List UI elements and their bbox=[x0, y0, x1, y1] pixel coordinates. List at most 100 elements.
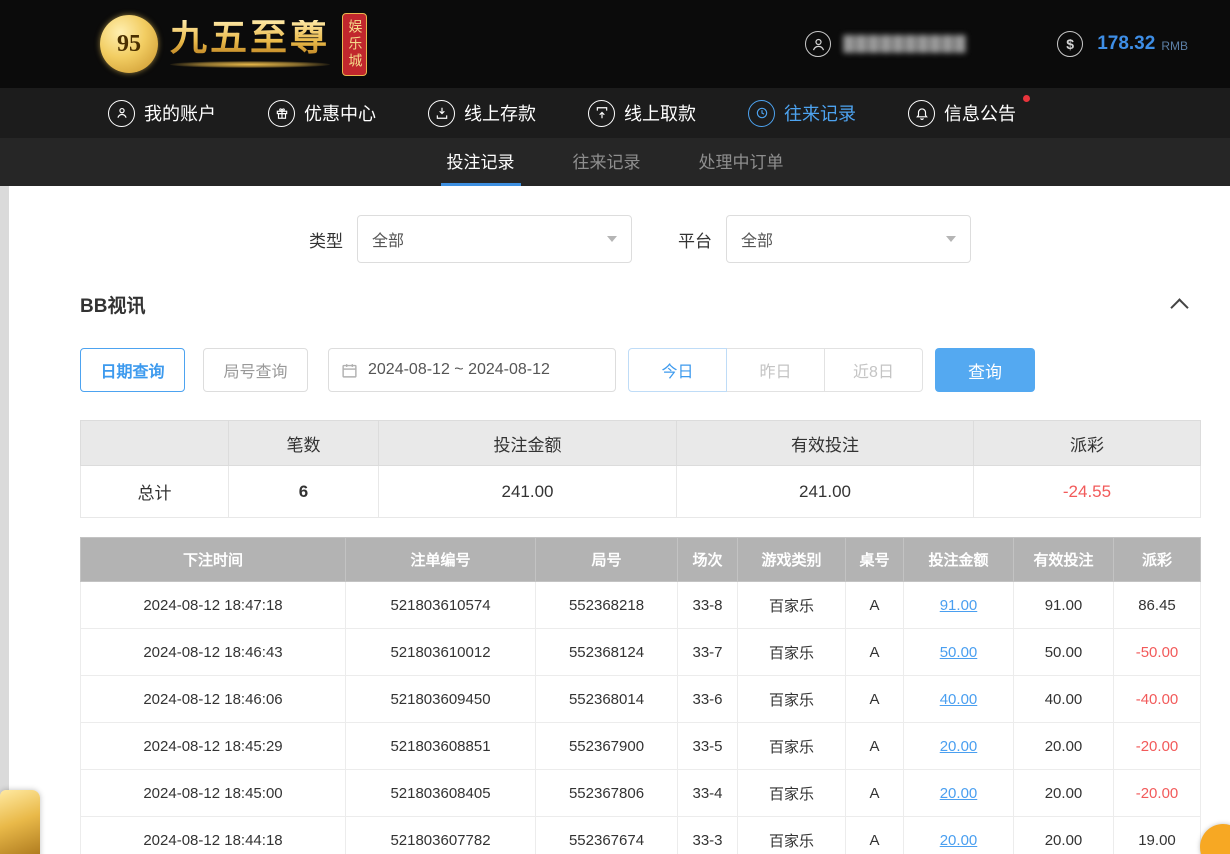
collapse-chevron-up-icon[interactable] bbox=[1170, 298, 1188, 316]
cell-round-id: 552368124 bbox=[536, 629, 678, 676]
bell-icon bbox=[908, 100, 935, 127]
nav-item-withdraw[interactable]: 线上取款 bbox=[588, 100, 696, 127]
cell-bet-time: 2024-08-12 18:46:06 bbox=[81, 676, 346, 723]
query-row: 日期查询 局号查询 2024-08-12 ~ 2024-08-12 今日 昨日 … bbox=[80, 348, 1200, 392]
col-payout: 派彩 bbox=[1114, 538, 1201, 582]
detail-table: 下注时间 注单编号 局号 场次 游戏类别 桌号 投注金额 有效投注 派彩 202… bbox=[80, 537, 1201, 854]
cell-game-type: 百家乐 bbox=[738, 582, 846, 629]
bet-amount-link[interactable]: 40.00 bbox=[940, 691, 978, 708]
section-title: BB视讯 bbox=[80, 291, 145, 318]
nav-label: 信息公告 bbox=[944, 100, 1016, 126]
col-game-type: 游戏类别 bbox=[738, 538, 846, 582]
col-valid-bet: 有效投注 bbox=[1014, 538, 1114, 582]
nav-item-my-account[interactable]: 我的账户 bbox=[108, 100, 216, 127]
cell-bet-id: 521803610012 bbox=[346, 629, 536, 676]
bet-amount-link[interactable]: 20.00 bbox=[940, 738, 978, 755]
nav-item-promotions[interactable]: 优惠中心 bbox=[268, 100, 376, 127]
section-header: BB视讯 bbox=[80, 290, 1200, 318]
date-query-button[interactable]: 日期查询 bbox=[80, 348, 185, 392]
balance-dollar-icon: $ bbox=[1057, 31, 1083, 57]
round-query-button[interactable]: 局号查询 bbox=[203, 348, 308, 392]
cell-valid-bet: 20.00 bbox=[1014, 817, 1114, 854]
cell-bet-amount: 91.00 bbox=[904, 582, 1014, 629]
platform-select[interactable]: 全部 bbox=[726, 215, 971, 263]
username-masked[interactable]: ██████████ bbox=[843, 35, 993, 53]
brand-emblem-icon: 95 bbox=[100, 15, 158, 73]
cell-session: 33-8 bbox=[678, 582, 738, 629]
cell-game-type: 百家乐 bbox=[738, 817, 846, 854]
tab-bet-records[interactable]: 投注记录 bbox=[441, 138, 521, 186]
cell-table-no: A bbox=[846, 582, 904, 629]
cell-table-no: A bbox=[846, 676, 904, 723]
nav-item-records[interactable]: 往来记录 bbox=[748, 100, 856, 127]
nav-label: 优惠中心 bbox=[304, 100, 376, 126]
cell-game-type: 百家乐 bbox=[738, 629, 846, 676]
detail-header-row: 下注时间 注单编号 局号 场次 游戏类别 桌号 投注金额 有效投注 派彩 bbox=[81, 538, 1201, 582]
nav-label: 我的账户 bbox=[144, 100, 216, 126]
tab-transaction-records[interactable]: 往来记录 bbox=[567, 138, 647, 186]
col-bet-time: 下注时间 bbox=[81, 538, 346, 582]
cell-bet-id: 521803608851 bbox=[346, 723, 536, 770]
cell-bet-amount: 40.00 bbox=[904, 676, 1014, 723]
main-nav: 我的账户 优惠中心 线上存款 线上取款 往来记录 bbox=[0, 88, 1230, 138]
summary-payout: -24.55 bbox=[974, 466, 1201, 518]
type-filter-label: 类型 bbox=[309, 227, 343, 252]
summary-bet-amount: 241.00 bbox=[379, 466, 677, 518]
summary-total-label: 总计 bbox=[81, 466, 229, 518]
date-range-value: 2024-08-12 ~ 2024-08-12 bbox=[368, 361, 550, 379]
chevron-down-icon bbox=[607, 236, 617, 242]
brand-flourish-ornament bbox=[170, 61, 330, 68]
floating-promo-fragment[interactable] bbox=[0, 790, 40, 854]
last-8-days-button[interactable]: 近8日 bbox=[824, 348, 923, 392]
col-round-id: 局号 bbox=[536, 538, 678, 582]
cell-bet-time: 2024-08-12 18:46:43 bbox=[81, 629, 346, 676]
cell-game-type: 百家乐 bbox=[738, 676, 846, 723]
bet-amount-link[interactable]: 50.00 bbox=[940, 644, 978, 661]
platform-filter-label: 平台 bbox=[678, 227, 712, 252]
bet-amount-link[interactable]: 20.00 bbox=[940, 832, 978, 849]
deposit-icon bbox=[428, 100, 455, 127]
cell-bet-time: 2024-08-12 18:47:18 bbox=[81, 582, 346, 629]
cell-session: 33-7 bbox=[678, 629, 738, 676]
cell-table-no: A bbox=[846, 629, 904, 676]
cell-valid-bet: 40.00 bbox=[1014, 676, 1114, 723]
page: 95 九五至尊 娱乐城 ██████████ $ 178.32 RMB 我的账户 bbox=[0, 0, 1230, 854]
summary-total-row: 总计 6 241.00 241.00 -24.55 bbox=[81, 466, 1201, 518]
summary-table: 笔数 投注金额 有效投注 派彩 总计 6 241.00 241.00 -24.5… bbox=[80, 420, 1201, 518]
cell-payout: 86.45 bbox=[1114, 582, 1201, 629]
account-icon bbox=[108, 100, 135, 127]
cell-bet-amount: 20.00 bbox=[904, 817, 1014, 854]
tab-processing-orders[interactable]: 处理中订单 bbox=[693, 138, 790, 186]
bet-amount-link[interactable]: 20.00 bbox=[940, 785, 978, 802]
summary-header-payout: 派彩 bbox=[974, 421, 1201, 466]
cell-round-id: 552368218 bbox=[536, 582, 678, 629]
content: 类型 全部 平台 全部 BB视讯 日期查询 局号查询 2024-08-12 ~ … bbox=[0, 204, 1230, 854]
cell-bet-id: 521803609450 bbox=[346, 676, 536, 723]
cell-table-no: A bbox=[846, 723, 904, 770]
user-avatar-icon[interactable] bbox=[805, 31, 831, 57]
search-button[interactable]: 查询 bbox=[935, 348, 1035, 392]
bet-amount-link[interactable]: 91.00 bbox=[940, 597, 978, 614]
cell-payout: -20.00 bbox=[1114, 770, 1201, 817]
nav-item-announcements[interactable]: 信息公告 bbox=[908, 100, 1016, 127]
type-select-value: 全部 bbox=[372, 227, 404, 251]
balance-currency: RMB bbox=[1161, 35, 1188, 53]
nav-item-deposit[interactable]: 线上存款 bbox=[428, 100, 536, 127]
cell-session: 33-4 bbox=[678, 770, 738, 817]
left-edge-strip bbox=[0, 186, 9, 854]
cell-bet-amount: 50.00 bbox=[904, 629, 1014, 676]
yesterday-button[interactable]: 昨日 bbox=[726, 348, 825, 392]
cell-payout: -20.00 bbox=[1114, 723, 1201, 770]
user-area: ██████████ $ 178.32 RMB bbox=[805, 31, 1188, 57]
cell-bet-id: 521803607782 bbox=[346, 817, 536, 854]
cell-round-id: 552367674 bbox=[536, 817, 678, 854]
today-button[interactable]: 今日 bbox=[628, 348, 727, 392]
cell-table-no: A bbox=[846, 817, 904, 854]
date-range-input[interactable]: 2024-08-12 ~ 2024-08-12 bbox=[328, 348, 616, 392]
type-select[interactable]: 全部 bbox=[357, 215, 632, 263]
col-table-no: 桌号 bbox=[846, 538, 904, 582]
brand-text-block: 九五至尊 bbox=[170, 20, 330, 68]
chevron-down-icon bbox=[946, 236, 956, 242]
cell-bet-time: 2024-08-12 18:45:29 bbox=[81, 723, 346, 770]
brand-logo[interactable]: 95 九五至尊 娱乐城 bbox=[100, 13, 367, 76]
